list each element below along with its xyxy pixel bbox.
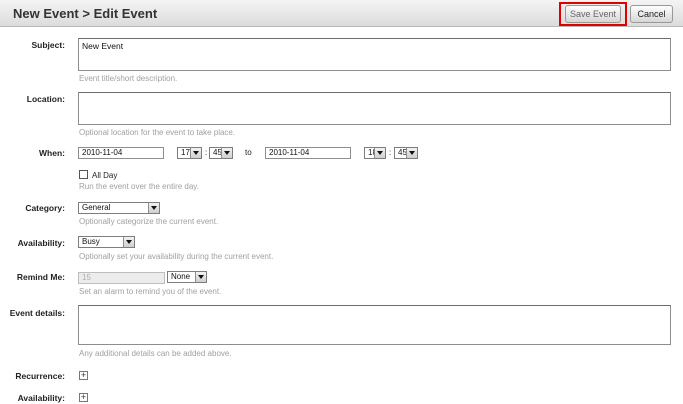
- time-separator: :: [205, 148, 208, 157]
- start-hour-value: 17: [181, 148, 190, 157]
- end-date-input[interactable]: 2010-11-04: [265, 147, 351, 159]
- all-day-label[interactable]: All Day: [92, 171, 117, 180]
- location-input[interactable]: [78, 92, 671, 125]
- breadcrumb-separator: >: [82, 6, 90, 21]
- breadcrumb-root[interactable]: New Event: [13, 6, 79, 21]
- category-select[interactable]: General: [78, 202, 160, 214]
- location-label: Location:: [26, 94, 65, 104]
- all-day-checkbox[interactable]: [79, 170, 88, 179]
- event-details-textarea[interactable]: [78, 305, 671, 345]
- start-date-input[interactable]: 2010-11-04: [78, 147, 164, 159]
- when-label: When:: [39, 148, 65, 158]
- availability-section-label: Availability:: [17, 393, 65, 403]
- recurrence-expand-icon[interactable]: +: [79, 371, 88, 380]
- availability-value: Busy: [82, 237, 100, 246]
- subject-input[interactable]: New Event: [78, 38, 671, 71]
- remind-me-label: Remind Me:: [16, 272, 65, 282]
- chevron-down-icon: [148, 203, 159, 213]
- chevron-down-icon: [406, 148, 417, 158]
- chevron-down-icon: [195, 272, 206, 282]
- location-help: Optional location for the event to take …: [79, 128, 236, 137]
- time-separator: :: [389, 148, 392, 157]
- availability-expand-icon[interactable]: +: [79, 393, 88, 402]
- subject-help: Event title/short description.: [79, 74, 178, 83]
- breadcrumb-current: Edit Event: [93, 6, 158, 21]
- page-header: New Event > Edit Event Save Event Cancel: [0, 0, 683, 27]
- category-value: General: [82, 203, 111, 212]
- remind-amount-input[interactable]: 15: [78, 272, 165, 284]
- breadcrumb: New Event > Edit Event: [13, 6, 157, 21]
- chevron-down-icon: [123, 237, 134, 247]
- availability-help: Optionally set your availability during …: [79, 252, 274, 261]
- availability-label: Availability:: [17, 238, 65, 248]
- start-hour-select[interactable]: 17: [177, 147, 202, 159]
- category-help: Optionally categorize the current event.: [79, 217, 219, 226]
- chevron-down-icon: [374, 148, 385, 158]
- remind-unit-value: None: [171, 272, 191, 281]
- end-hour-select[interactable]: 18: [364, 147, 386, 159]
- subject-label: Subject:: [31, 40, 65, 50]
- cancel-button[interactable]: Cancel: [630, 5, 673, 23]
- remind-unit-select[interactable]: None: [167, 271, 207, 283]
- chevron-down-icon: [221, 148, 232, 158]
- recurrence-label: Recurrence:: [15, 371, 65, 381]
- event-details-help: Any additional details can be added abov…: [79, 349, 232, 358]
- chevron-down-icon: [190, 148, 201, 158]
- to-label: to: [245, 148, 252, 157]
- end-minute-select[interactable]: 45: [394, 147, 418, 159]
- save-event-button[interactable]: Save Event: [565, 5, 621, 23]
- start-minute-select[interactable]: 45: [209, 147, 233, 159]
- event-details-label: Event details:: [9, 308, 65, 318]
- availability-select[interactable]: Busy: [78, 236, 135, 248]
- remind-me-help: Set an alarm to remind you of the event.: [79, 287, 222, 296]
- category-label: Category:: [25, 203, 65, 213]
- when-help: Run the event over the entire day.: [79, 182, 199, 191]
- subject-value: New Event: [82, 41, 124, 51]
